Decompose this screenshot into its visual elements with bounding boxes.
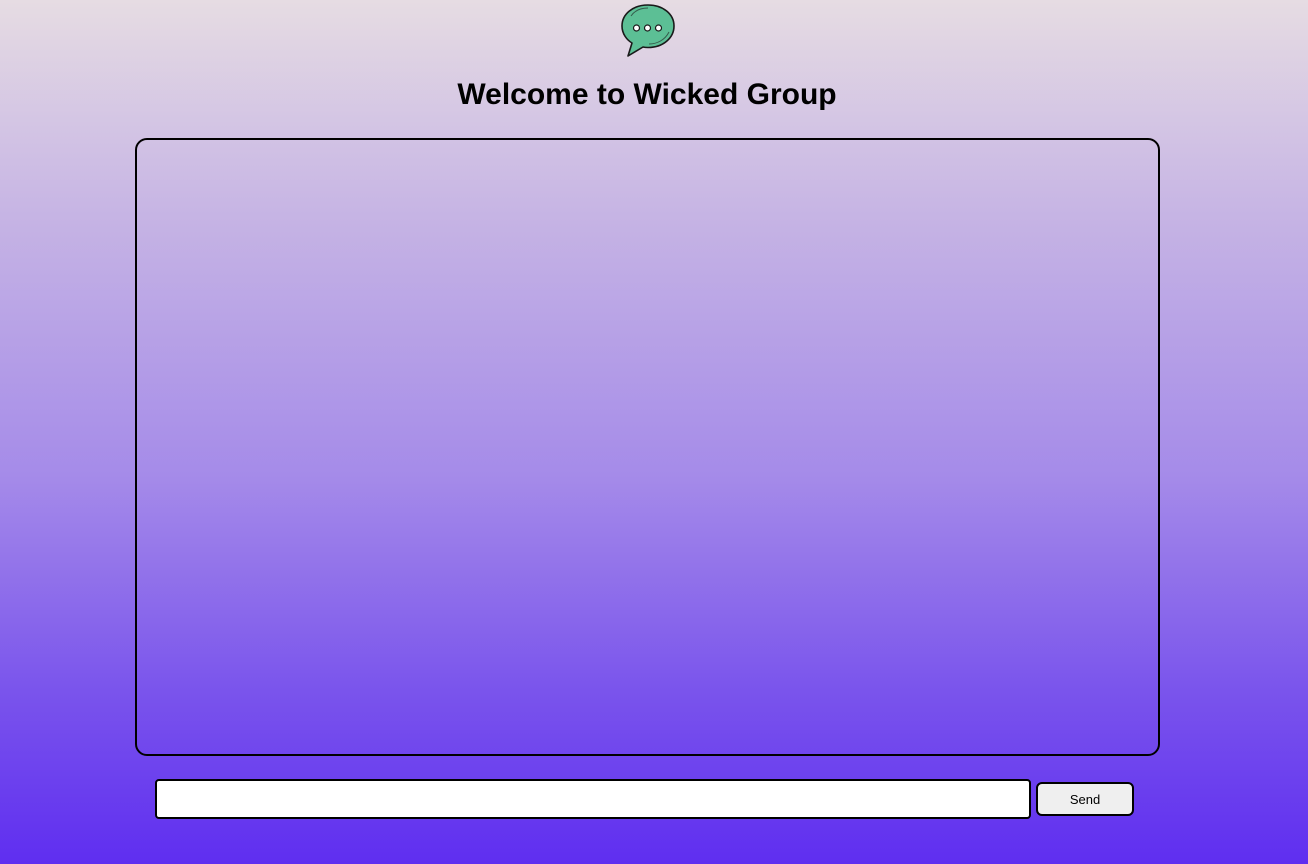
- page-title: Welcome to Wicked Group: [457, 78, 837, 111]
- dot-icon: [632, 24, 641, 32]
- message-input[interactable]: [155, 779, 1031, 819]
- dot-icon: [643, 24, 652, 32]
- dot-icon: [654, 24, 663, 32]
- chat-bubble-icon: [621, 4, 675, 57]
- send-button[interactable]: Send: [1036, 782, 1134, 816]
- message-composer: Send: [155, 779, 1135, 819]
- chat-messages-area[interactable]: [135, 138, 1160, 756]
